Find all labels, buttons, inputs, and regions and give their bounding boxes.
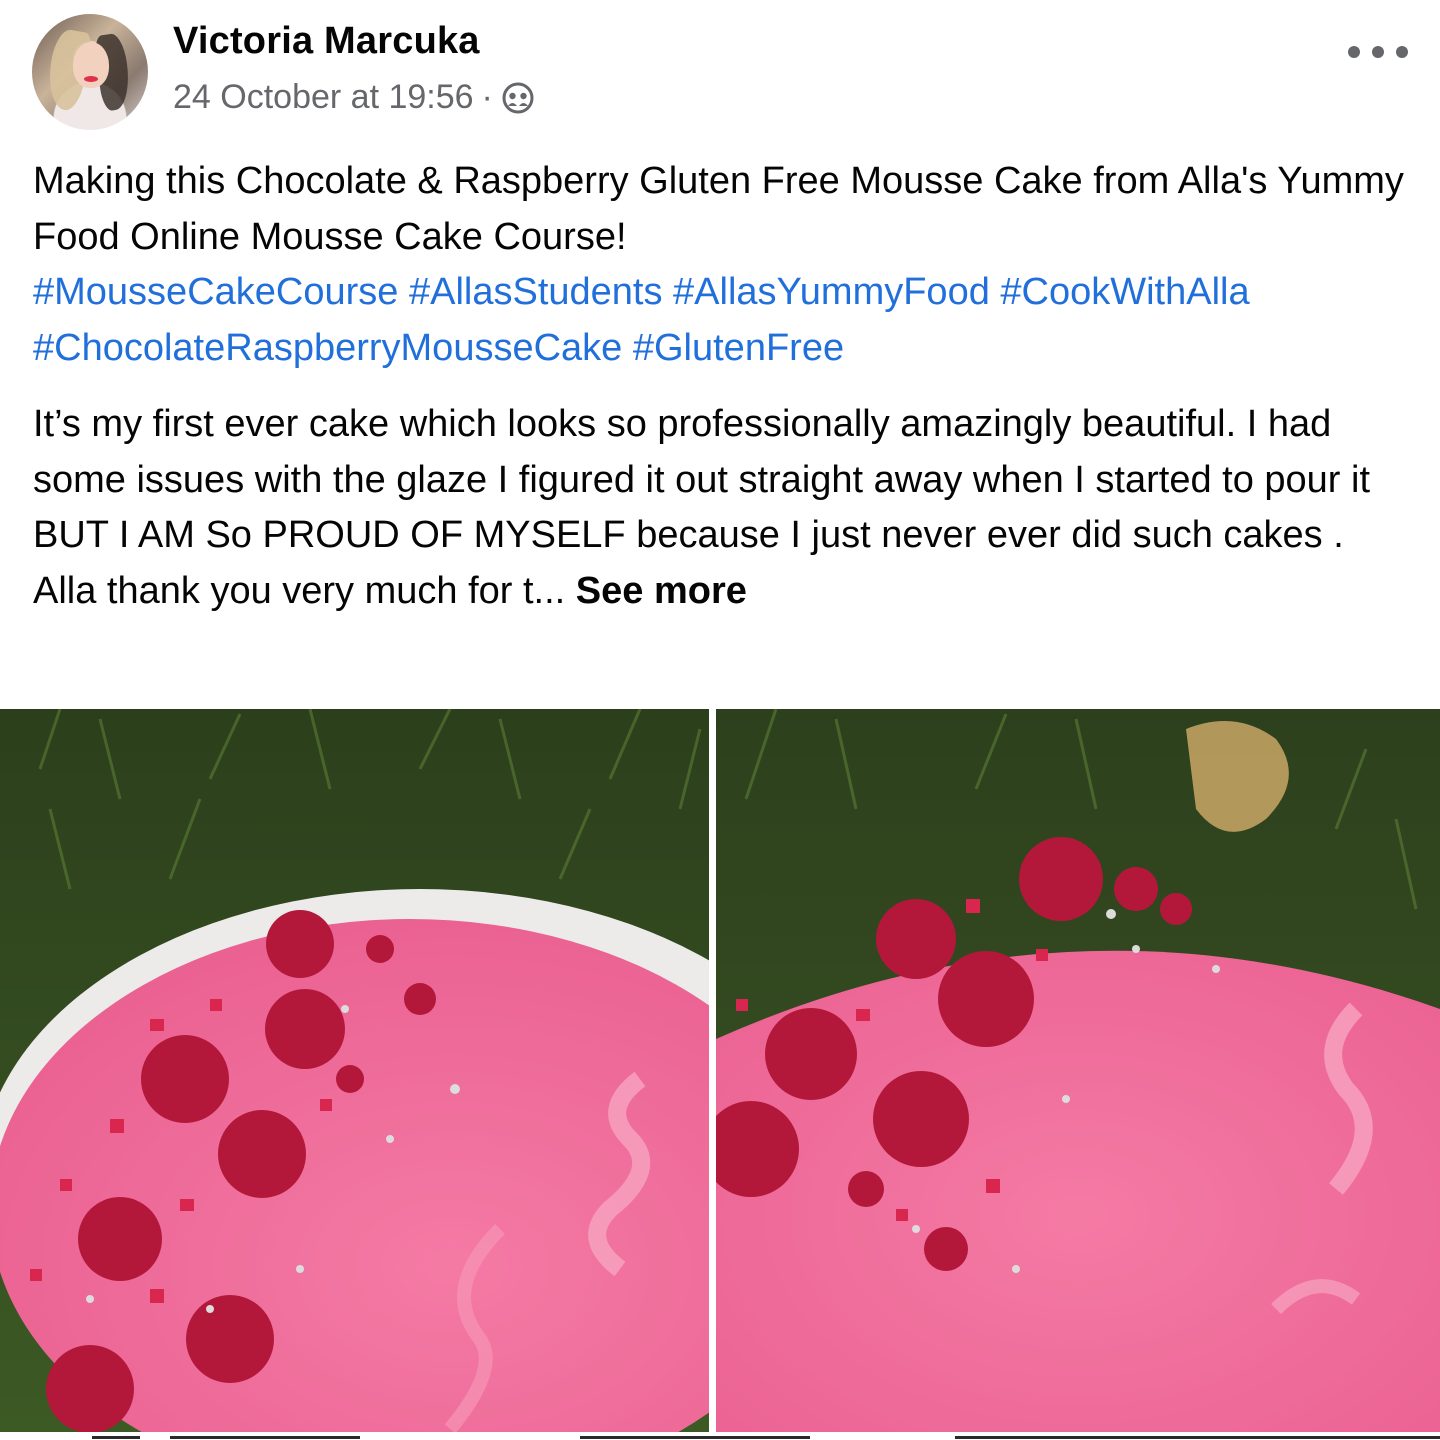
hashtag-link[interactable]: #MousseCakeCourse bbox=[33, 271, 398, 313]
post-photo-2[interactable] bbox=[716, 709, 1440, 1432]
meta-separator: · bbox=[481, 78, 493, 116]
more-dot bbox=[1372, 46, 1384, 58]
post-meta: 24 October at 19:56 · bbox=[173, 78, 535, 117]
more-options-button[interactable] bbox=[1348, 40, 1408, 64]
avatar[interactable] bbox=[32, 14, 148, 130]
post-text-line: Making this Chocolate & Raspberry Gluten… bbox=[33, 160, 1404, 258]
author-name[interactable]: Victoria Marcuka bbox=[173, 20, 480, 63]
post-text: Making this Chocolate & Raspberry Gluten… bbox=[33, 154, 1413, 619]
friends-icon[interactable] bbox=[501, 81, 535, 115]
hashtag-link[interactable]: #AllasStudents bbox=[409, 271, 663, 313]
more-horizontal-icon bbox=[1348, 46, 1360, 58]
more-dot bbox=[1396, 46, 1408, 58]
post-photo-1[interactable] bbox=[0, 709, 709, 1432]
see-more-link[interactable]: See more bbox=[576, 570, 747, 612]
hashtag-link[interactable]: #AllasYummyFood bbox=[673, 271, 990, 313]
hashtag-link[interactable]: #GlutenFree bbox=[633, 327, 844, 369]
photo-divider-strip bbox=[0, 1432, 1440, 1440]
hashtag-link[interactable]: #ChocolateRaspberryMousseCake bbox=[33, 327, 622, 369]
facebook-post: Victoria Marcuka 24 October at 19:56 · M… bbox=[0, 0, 1440, 1440]
post-header: Victoria Marcuka 24 October at 19:56 · bbox=[32, 14, 1400, 132]
hashtag-link[interactable]: #CookWithAlla bbox=[1000, 271, 1249, 313]
post-timestamp[interactable]: 24 October at 19:56 bbox=[173, 78, 474, 117]
photo-grid bbox=[0, 709, 1440, 1440]
